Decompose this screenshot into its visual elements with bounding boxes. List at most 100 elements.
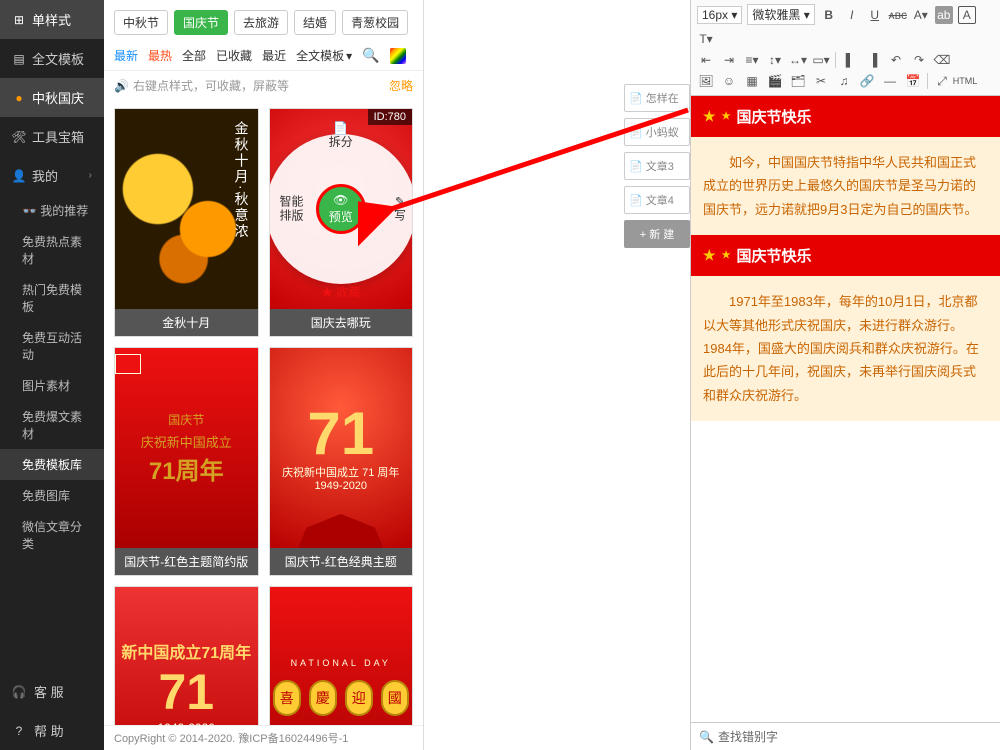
tag-national-day[interactable]: 国庆节: [174, 10, 228, 35]
outline-tab[interactable]: 📄小蚂蚁: [624, 118, 690, 146]
doc-icon: 📄: [629, 160, 643, 173]
radial-preview-button[interactable]: 👁预览: [316, 184, 366, 234]
sidebar-item-festival[interactable]: ●中秋国庆: [0, 78, 104, 117]
table-button[interactable]: ▦: [743, 72, 761, 90]
redo-button[interactable]: ↷: [910, 51, 928, 69]
font-color-button[interactable]: A▾: [912, 6, 930, 24]
eye-icon: 👁: [333, 193, 348, 207]
text-effect-button[interactable]: T▾: [697, 30, 715, 48]
sidebar-foot-support[interactable]: 🎧客 服: [0, 672, 104, 711]
sidebar-item-mine[interactable]: 👤我的›: [0, 156, 104, 195]
music-button[interactable]: ♫: [835, 72, 853, 90]
hr-button[interactable]: —: [881, 72, 899, 90]
tip-bar: 🔊 右键点样式，可收藏，屏蔽等 忽略: [104, 71, 423, 100]
clear-format-button[interactable]: ⌫: [933, 51, 951, 69]
speaker-icon: 🔊: [114, 79, 129, 93]
sidebar-item-full-template[interactable]: ▤ 全文模板: [0, 39, 104, 78]
filter-all[interactable]: 全部: [182, 47, 206, 64]
radial-smart-layout[interactable]: 智能排版: [280, 195, 304, 224]
sidebar-sub-image-lib[interactable]: 免费图库: [0, 480, 104, 511]
filter-hottest[interactable]: 最热: [148, 47, 172, 64]
sidebar-foot-help[interactable]: ?帮 助: [0, 711, 104, 750]
align-button[interactable]: ≡▾: [743, 51, 761, 69]
sidebar-item-label: 中秋国庆: [32, 88, 84, 107]
tag-campus[interactable]: 青葱校园: [342, 10, 408, 35]
filter-collected[interactable]: 已收藏: [216, 47, 252, 64]
html-button[interactable]: HTML: [956, 72, 974, 90]
template-card[interactable]: 71 庆祝新中国成立 71 周年 1949-2020 国庆节-红色经典主题: [269, 347, 414, 576]
expand-button[interactable]: ⤢: [933, 72, 951, 90]
font-family-select[interactable]: 微软雅黑 ▾: [747, 4, 814, 25]
radial-write[interactable]: ✎写: [394, 195, 406, 224]
underline-button[interactable]: U: [866, 6, 884, 24]
thumb-huge: 71: [282, 404, 399, 464]
video-button[interactable]: 🎬: [766, 72, 784, 90]
sidebar-sub-recommend[interactable]: 👓 我的推荐: [0, 195, 104, 226]
border-color-button[interactable]: A: [958, 6, 976, 24]
radial-collect[interactable]: ★ 收藏: [321, 285, 360, 299]
lantern-row: 喜 慶 迎 國: [273, 680, 409, 716]
user-icon: 👤: [12, 169, 26, 183]
search-icon[interactable]: 🔍: [699, 730, 714, 744]
flag-icon: [115, 354, 141, 374]
template-card[interactable]: 金秋十月·秋意浓 金秋十月: [114, 108, 259, 337]
card-button[interactable]: 🗂: [789, 72, 807, 90]
tag-travel[interactable]: 去旅游: [234, 10, 288, 35]
headset-icon: 🎧: [12, 685, 26, 699]
template-card-active[interactable]: ID:780 📄拆分 智能排版 👁预览 ✎写 ★ 收藏 国庆去哪玩: [269, 108, 414, 337]
highlight-button[interactable]: ab: [935, 6, 953, 24]
image-button[interactable]: 🖼: [697, 72, 715, 90]
sidebar-sub-viral-material[interactable]: 免费爆文素材: [0, 401, 104, 449]
outline-new-button[interactable]: + 新 建: [624, 220, 690, 248]
outdent-button[interactable]: ⇤: [697, 51, 715, 69]
outline-tab[interactable]: 📄文章4: [624, 186, 690, 214]
indent-button[interactable]: ⇥: [720, 51, 738, 69]
sidebar-item-single-style[interactable]: ⊞单样式: [0, 0, 104, 39]
margin-button[interactable]: ▭▾: [812, 51, 830, 69]
filter-latest[interactable]: 最新: [114, 47, 138, 64]
tag-wedding[interactable]: 结婚: [294, 10, 336, 35]
filter-fulltext-select[interactable]: 全文模板▾: [296, 47, 352, 64]
doc-icon: ▤: [12, 52, 26, 66]
date-button[interactable]: 📅: [904, 72, 922, 90]
strike-button[interactable]: ᴀʙᴄ: [889, 6, 907, 24]
font-size-select[interactable]: 16px ▾: [697, 6, 742, 24]
template-card[interactable]: 国庆节 庆祝新中国成立 71周年 国庆节-红色主题简约版: [114, 347, 259, 576]
outline-tab[interactable]: 📄怎样在: [624, 84, 690, 112]
tip-ignore-link[interactable]: 忽略: [389, 77, 413, 94]
sidebar-sub-activity[interactable]: 免费互动活动: [0, 322, 104, 370]
card-caption: 金秋十月: [115, 309, 258, 336]
italic-button[interactable]: I: [843, 6, 861, 24]
filter-recent[interactable]: 最近: [262, 47, 286, 64]
radial-menu: 📄拆分 智能排版 👁预览 ✎写 ★ 收藏: [270, 109, 413, 309]
sidebar-sub-template-lib[interactable]: 免费模板库: [0, 449, 104, 480]
undo-button[interactable]: ↶: [887, 51, 905, 69]
article-paragraph: 1971年至1983年，每年的10月1日，北京都以大等其他形式庆祝国庆，未进行群…: [691, 276, 1000, 421]
line-height-button[interactable]: ↕▾: [766, 51, 784, 69]
sidebar-item-toolbox[interactable]: 🛠工具宝箱: [0, 117, 104, 156]
link-button[interactable]: 🔗: [858, 72, 876, 90]
radial-split[interactable]: 📄拆分: [329, 121, 353, 150]
sidebar-sub-wechat-category[interactable]: 微信文章分类: [0, 511, 104, 559]
emoji-button[interactable]: ☺: [720, 72, 738, 90]
sidebar-sub-image-material[interactable]: 图片素材: [0, 370, 104, 401]
float-left-button[interactable]: ▌: [841, 51, 859, 69]
help-icon: ?: [12, 724, 26, 738]
crop-button[interactable]: ✂: [812, 72, 830, 90]
sidebar-item-label: 全文模板: [32, 49, 84, 68]
bold-button[interactable]: B: [820, 6, 838, 24]
float-right-button[interactable]: ▐: [864, 51, 882, 69]
card-thumb: ID:780 📄拆分 智能排版 👁预览 ✎写 ★ 收藏: [270, 109, 413, 309]
outline-tab[interactable]: 📄文章3: [624, 152, 690, 180]
editor-content[interactable]: ★★ 国庆节快乐 如今，中国国庆节特指中华人民共和国正式成立的世界历史上最悠久的…: [691, 96, 1000, 722]
status-text[interactable]: 查找错别字: [718, 728, 778, 745]
sidebar-sub-hot-material[interactable]: 免费热点素材: [0, 226, 104, 274]
tools-icon: 🛠: [12, 130, 26, 144]
search-icon[interactable]: 🔍: [362, 47, 379, 64]
tag-bar: 中秋节 国庆节 去旅游 结婚 青葱校园: [104, 0, 423, 41]
letter-spacing-button[interactable]: ↔▾: [789, 51, 807, 69]
tag-midautumn[interactable]: 中秋节: [114, 10, 168, 35]
sidebar-sub-hot-template[interactable]: 热门免费模板: [0, 274, 104, 322]
thumb-sub: 1949-2020: [282, 480, 399, 492]
color-picker-icon[interactable]: [390, 48, 406, 64]
